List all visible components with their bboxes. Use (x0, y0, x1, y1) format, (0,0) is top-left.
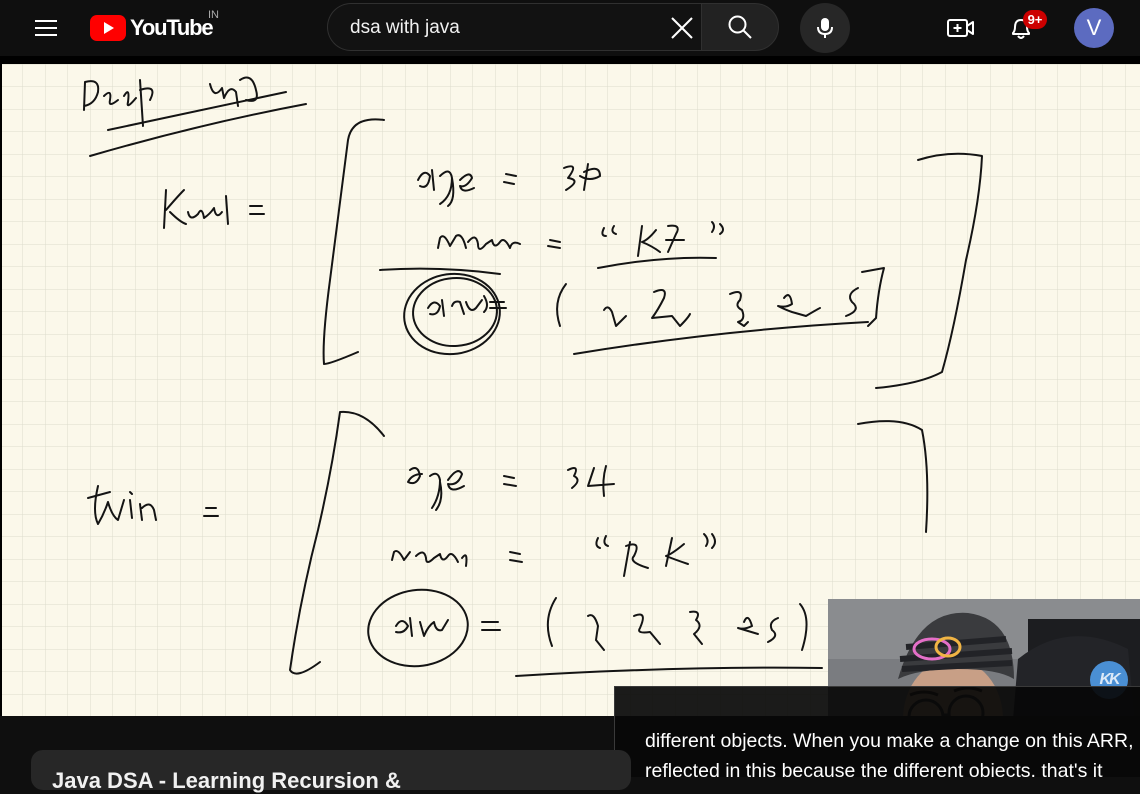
voice-search-button[interactable] (800, 3, 850, 53)
avatar[interactable]: V (1074, 8, 1114, 48)
create-button[interactable] (937, 4, 985, 52)
search-box (327, 3, 704, 52)
menu-icon (35, 20, 57, 36)
country-code: IN (208, 9, 219, 21)
clear-search-button[interactable] (660, 5, 704, 51)
logo-text: YouTube (130, 15, 214, 40)
video-left-border (0, 64, 2, 716)
video-player[interactable]: KK (0, 64, 1140, 716)
notification-count-badge: 9+ (1023, 10, 1047, 29)
video-title: Java DSA - Learning Recursion & (52, 768, 401, 793)
caption-line-2: reflected in this because the different … (645, 760, 1103, 777)
video-top-border (0, 56, 1140, 64)
guide-menu-button[interactable] (22, 4, 70, 52)
youtube-logo-icon (90, 15, 126, 41)
create-icon (947, 19, 974, 37)
caption-line-1: different objects. When you make a chang… (645, 730, 1140, 752)
youtube-logo[interactable]: YouTube (90, 14, 214, 42)
search-input[interactable] (348, 4, 652, 52)
mic-icon (817, 18, 833, 38)
caption-window[interactable]: different objects. When you make a chang… (614, 686, 1140, 777)
search-button[interactable] (701, 3, 779, 51)
masthead: YouTube IN dsa with java 9+ V (0, 0, 1140, 56)
search-icon (728, 15, 752, 39)
clear-icon (671, 17, 693, 39)
